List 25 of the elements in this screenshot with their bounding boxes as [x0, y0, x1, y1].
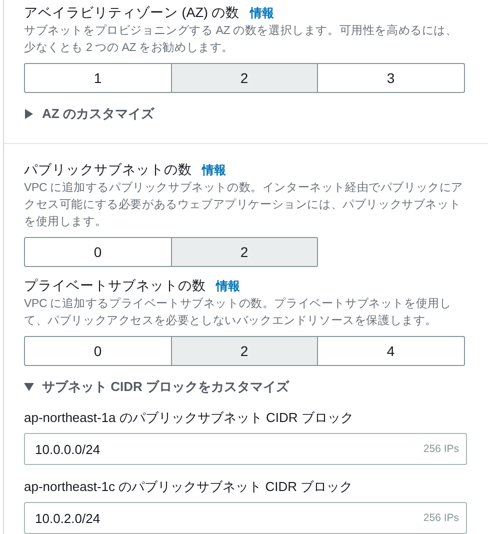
field-description: VPC に追加するパブリックサブネットの数。インターネット経由でパブリックにアクセス可能にする必要があるウェブアプリケーションには、パブリックサブネットを使用します。: [24, 180, 464, 230]
field-title: アベイラビリティゾーン (AZ) の数: [24, 4, 240, 22]
segment-option[interactable]: 0: [24, 336, 172, 366]
field-label: ap-northeast-1a のパブリックサブネット CIDR ブロック: [24, 409, 354, 427]
segment-option[interactable]: 0: [24, 237, 172, 267]
field-title: プライベートサブネットの数: [24, 277, 206, 295]
segment-option[interactable]: 2: [170, 237, 318, 267]
field-title: パブリックサブネットの数: [24, 161, 192, 179]
segment-option[interactable]: 1: [24, 63, 172, 93]
expander-toggle[interactable]: AZ のカスタマイズ: [24, 105, 154, 123]
info-link[interactable]: 情報: [202, 161, 226, 179]
segment-option[interactable]: 3: [317, 63, 464, 93]
field-description: VPC に追加するプライベートサブネットの数。プライベートサブネットを使用して、パブリックアクセスを必要としないバックエンドリソースを保護します。: [24, 296, 452, 329]
segment-option[interactable]: 2: [170, 63, 318, 93]
segment-option[interactable]: 2: [170, 336, 318, 366]
expander-toggle[interactable]: サブネット CIDR ブロックをカスタマイズ: [24, 378, 289, 396]
caret-icon: [24, 109, 34, 119]
info-link[interactable]: 情報: [250, 4, 274, 22]
info-link[interactable]: 情報: [216, 277, 240, 295]
ip-count-hint: 256 IPs: [423, 442, 459, 456]
ip-count-hint: 256 IPs: [423, 511, 459, 525]
field-label: ap-northeast-1c のパブリックサブネット CIDR ブロック: [24, 478, 354, 496]
caret-icon: [24, 382, 34, 392]
segment-option[interactable]: 4: [317, 336, 464, 366]
field-description: サブネットをプロビジョニングする AZ の数を選択します。可用性を高めるには、少なくとも 2 つの AZ をお勧めします。: [24, 23, 458, 56]
